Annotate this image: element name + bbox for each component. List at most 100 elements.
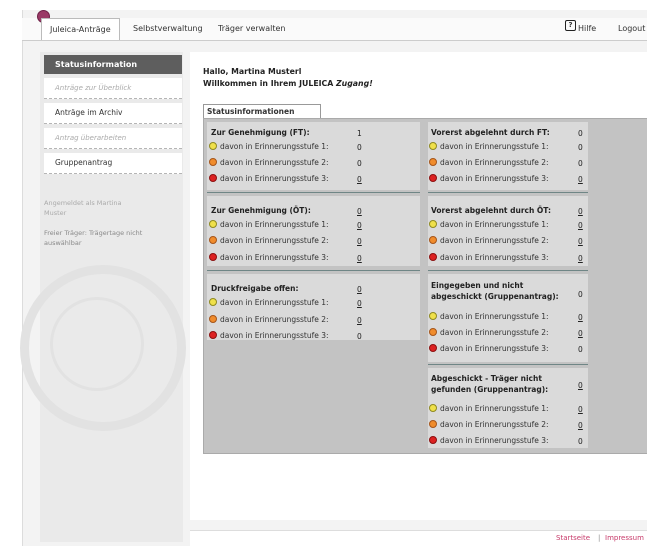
status-tab[interactable]: Statusinformationen: [203, 104, 321, 119]
red-dot-icon: [429, 253, 437, 261]
status-row-level-3: davon in Erinnerungsstufe 3:: [429, 253, 549, 262]
divider: [207, 192, 420, 193]
status-count-link[interactable]: 0: [578, 421, 583, 430]
footer-divider: |: [598, 534, 601, 542]
status-count: 0: [578, 129, 583, 138]
status-title-abgeschickt: Abgeschickt - Träger nicht gefunden (Gru…: [431, 374, 549, 394]
status-title-genehmigung-ft: Zur Genehmigung (FT):: [211, 128, 310, 137]
status-title-abgelehnt-oet: Vorerst abgelehnt durch ÖT:: [431, 206, 551, 215]
status-count-link[interactable]: 0: [578, 381, 583, 390]
status-count: 0: [357, 159, 362, 168]
divider: [428, 364, 588, 365]
orange-dot-icon: [429, 328, 437, 336]
status-row-level-2: davon in Erinnerungsstufe 2:: [209, 236, 329, 245]
status-row-level-2: davon in Erinnerungsstufe 2:: [429, 236, 549, 245]
status-row-level-3: davon in Erinnerungsstufe 3:: [429, 436, 549, 445]
status-count: 0: [357, 143, 362, 152]
status-count: 0: [578, 159, 583, 168]
status-title-eingegeben: Eingegeben und nicht abgeschickt (Gruppe…: [431, 281, 559, 301]
status-count-link[interactable]: 0: [578, 329, 583, 338]
status-row-level-1: davon in Erinnerungsstufe 1:: [209, 220, 329, 229]
yellow-dot-icon: [429, 220, 437, 228]
sidebar-item-overview[interactable]: Anträge zur Überblick: [44, 78, 182, 99]
help-icon[interactable]: ?: [565, 20, 576, 31]
status-title-genehmigung-oet: Zur Genehmigung (ÖT):: [211, 206, 311, 215]
status-row-level-2: davon in Erinnerungsstufe 2:: [429, 420, 549, 429]
yellow-dot-icon: [209, 142, 217, 150]
nav-tab-traeger-verwalten[interactable]: Träger verwalten: [218, 24, 285, 33]
status-count: 0: [357, 332, 362, 341]
sidebar-heading[interactable]: Statusinformation: [44, 55, 182, 74]
orange-dot-icon: [429, 236, 437, 244]
status-row-level-3: davon in Erinnerungsstufe 3:: [429, 174, 549, 183]
red-dot-icon: [209, 174, 217, 182]
status-count-link[interactable]: 0: [357, 207, 362, 216]
status-count-link[interactable]: 0: [578, 313, 583, 322]
status-count-link[interactable]: 0: [357, 316, 362, 325]
status-count-link[interactable]: 0: [578, 221, 583, 230]
status-count-link[interactable]: 0: [357, 299, 362, 308]
greeting-title: Hallo, Martina Musterl: [203, 67, 302, 76]
status-row-level-1: davon in Erinnerungsstufe 1:: [429, 404, 549, 413]
status-row-level-1: davon in Erinnerungsstufe 1:: [429, 312, 549, 321]
status-row-level-1: davon in Erinnerungsstufe 1:: [429, 142, 549, 151]
status-row-level-1: davon in Erinnerungsstufe 1:: [209, 298, 329, 307]
orange-dot-icon: [209, 236, 217, 244]
status-count-link[interactable]: 0: [578, 405, 583, 414]
red-dot-icon: [429, 436, 437, 444]
red-dot-icon: [429, 344, 437, 352]
status-title-druckfreigabe: Druckfreigabe offen:: [211, 284, 299, 293]
status-count-link[interactable]: 0: [357, 254, 362, 263]
status-row-level-3: davon in Erinnerungsstufe 3:: [209, 253, 329, 262]
status-count: 0: [578, 143, 583, 152]
red-dot-icon: [209, 331, 217, 339]
status-row-level-2: davon in Erinnerungsstufe 2:: [209, 158, 329, 167]
status-row-level-1: davon in Erinnerungsstufe 1:: [429, 220, 549, 229]
sidebar-item-edit[interactable]: Antrag überarbeiten: [44, 128, 182, 149]
status-count-link[interactable]: 0: [578, 175, 583, 184]
sidebar-user-note: Angemeldet als Martina Muster: [44, 199, 122, 217]
status-row-level-2: davon in Erinnerungsstufe 2:: [209, 315, 329, 324]
decorative-ring-inner: [50, 297, 144, 391]
status-row-level-3: davon in Erinnerungsstufe 3:: [209, 331, 329, 340]
sidebar-item-archive[interactable]: Anträge im Archiv: [44, 103, 182, 124]
status-row-level-2: davon in Erinnerungsstufe 2:: [429, 328, 549, 337]
status-count: 0: [578, 345, 583, 354]
status-count-link[interactable]: 0: [357, 221, 362, 230]
orange-dot-icon: [429, 420, 437, 428]
status-row-level-3: davon in Erinnerungsstufe 3:: [209, 174, 329, 183]
status-count-link[interactable]: 0: [578, 207, 583, 216]
yellow-dot-icon: [429, 312, 437, 320]
red-dot-icon: [209, 253, 217, 261]
red-dot-icon: [429, 174, 437, 182]
status-count-link[interactable]: 0: [357, 285, 362, 294]
yellow-dot-icon: [429, 142, 437, 150]
divider: [428, 270, 588, 271]
yellow-dot-icon: [209, 220, 217, 228]
status-count: 0: [578, 437, 583, 446]
divider: [207, 270, 420, 271]
status-count-link[interactable]: 0: [578, 254, 583, 263]
logout-link[interactable]: Logout: [618, 24, 645, 33]
divider: [428, 192, 588, 193]
status-count: 0: [578, 290, 583, 299]
footer-link-impressum[interactable]: Impressum: [605, 534, 644, 542]
yellow-dot-icon: [429, 404, 437, 412]
status-count-link[interactable]: 0: [357, 237, 362, 246]
footer-link-startseite[interactable]: Startseite: [556, 534, 590, 542]
nav-tab-selbstverwaltung[interactable]: Selbstverwaltung: [133, 24, 203, 33]
yellow-dot-icon: [209, 298, 217, 306]
status-count-link[interactable]: 0: [357, 175, 362, 184]
status-row-level-3: davon in Erinnerungsstufe 3:: [429, 344, 549, 353]
sidebar-notice: Freier Träger: Trägertage nicht auswählb…: [44, 229, 143, 247]
orange-dot-icon: [429, 158, 437, 166]
help-link[interactable]: Hilfe: [578, 24, 596, 33]
sidebar-item-gruppenantrag[interactable]: Gruppenantrag: [44, 153, 182, 174]
nav-tab-juleica-antraege[interactable]: Juleica-Anträge: [41, 18, 120, 40]
orange-dot-icon: [209, 158, 217, 166]
greeting-welcome: Willkommen in Ihrem JULEICA Zugang!: [203, 79, 373, 88]
status-count-link[interactable]: 0: [578, 237, 583, 246]
status-row-level-2: davon in Erinnerungsstufe 2:: [429, 158, 549, 167]
status-row-level-1: davon in Erinnerungsstufe 1:: [209, 142, 329, 151]
status-count: 1: [357, 129, 362, 138]
